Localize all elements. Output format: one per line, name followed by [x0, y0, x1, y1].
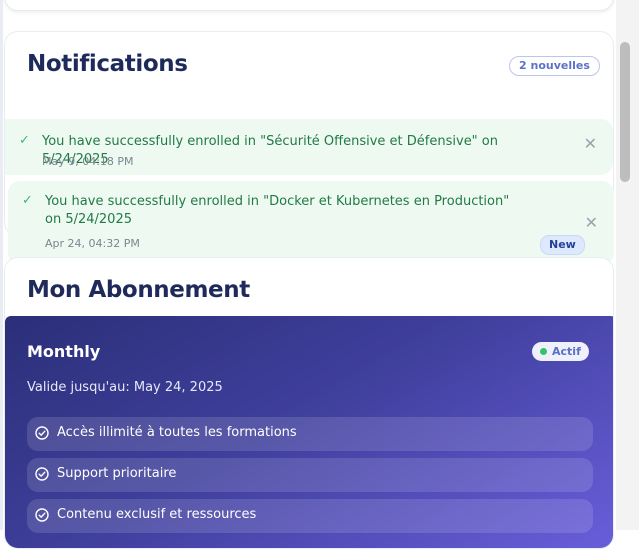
notification-time: Apr 24, 04:32 PM — [45, 237, 140, 250]
plan-panel: Monthly Actif Valide jusqu'au: May 24, 2… — [5, 316, 613, 548]
scrollbar-thumb[interactable] — [620, 42, 630, 182]
new-badge: New — [540, 235, 585, 255]
left-border — [0, 0, 3, 530]
notification-item[interactable]: ✓ You have successfully enrolled in "Doc… — [8, 181, 614, 265]
feature-label: Contenu exclusif et ressources — [57, 507, 257, 522]
check-circle-icon — [35, 508, 49, 522]
notifications-title: Notifications — [27, 51, 188, 77]
previous-card — [4, 0, 614, 11]
feature-item: Accès illimité à toutes les formations — [27, 417, 593, 451]
check-icon: ✓ — [19, 133, 30, 148]
valid-until: Valide jusqu'au: May 24, 2025 — [27, 380, 223, 395]
feature-item: Contenu exclusif et ressources — [27, 499, 593, 533]
feature-item: Support prioritaire — [27, 458, 593, 492]
status-badge: Actif — [532, 342, 589, 361]
status-dot-icon — [540, 348, 547, 355]
check-icon: ✓ — [22, 193, 33, 208]
check-circle-icon — [35, 467, 49, 481]
subscription-card: Mon Abonnement Monthly Actif Valide jusq… — [4, 257, 614, 549]
notifications-count-badge: 2 nouvelles — [509, 56, 600, 76]
notifications-card: Notifications 2 nouvelles ✓ You have suc… — [4, 31, 614, 265]
notification-message: You have successfully enrolled in "Docke… — [45, 194, 510, 227]
status-label: Actif — [552, 345, 581, 358]
feature-label: Accès illimité à toutes les formations — [57, 425, 297, 440]
notification-time: May 9, 04:18 PM — [42, 155, 134, 168]
subscription-title: Mon Abonnement — [27, 277, 250, 303]
notification-item[interactable]: ✓ You have successfully enrolled in "Séc… — [5, 119, 613, 175]
feature-label: Support prioritaire — [57, 466, 177, 481]
close-icon[interactable]: ✕ — [584, 136, 597, 152]
plan-name: Monthly — [27, 342, 101, 361]
check-circle-icon — [35, 426, 49, 440]
close-icon[interactable]: ✕ — [585, 215, 598, 231]
